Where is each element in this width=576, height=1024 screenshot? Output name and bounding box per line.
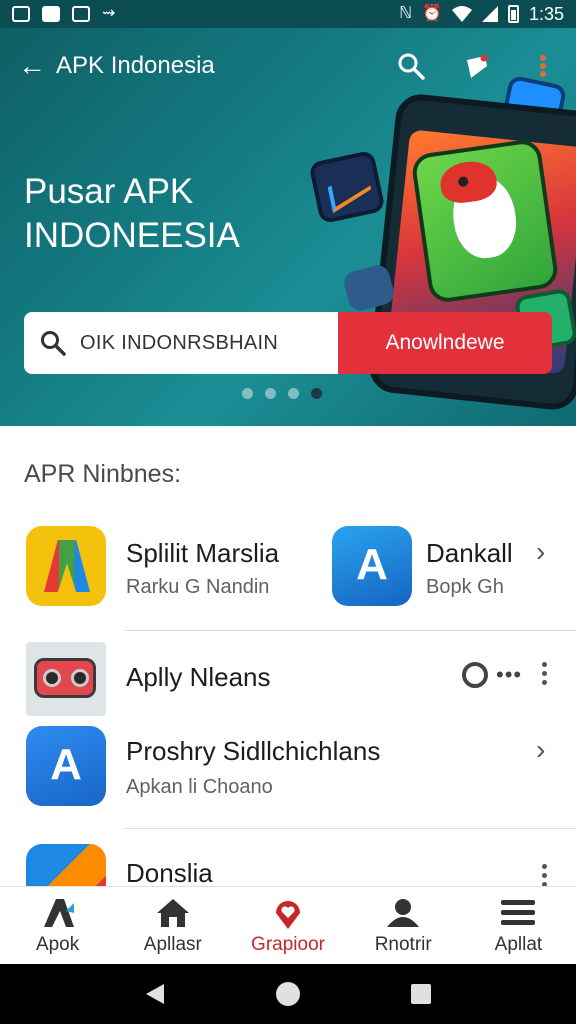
a-logo-icon	[40, 896, 76, 930]
person-icon	[385, 896, 421, 930]
back-triangle-icon[interactable]	[144, 982, 166, 1006]
app-subtitle: Apkan li Choano	[126, 776, 273, 798]
carousel-dot[interactable]	[265, 388, 276, 399]
chat-bubble-icon[interactable]	[462, 662, 488, 688]
hero-banner: ← APK Indonesia Pusar APK INDONEESIA OIK…	[0, 28, 576, 426]
more-vert-icon[interactable]	[528, 51, 558, 81]
banner-search: OIK INDONRSBHAIN Anowlndewe	[24, 312, 552, 374]
app-bar-actions	[396, 51, 558, 81]
nav-item-rnotrir[interactable]: Rnotrir	[346, 887, 461, 964]
nav-item-apok[interactable]: Apok	[0, 887, 115, 964]
calendar-icon	[72, 6, 90, 22]
search-input-text: OIK INDONRSBHAIN	[80, 331, 279, 354]
cast-icon: ⇝	[102, 5, 116, 22]
search-input[interactable]: OIK INDONRSBHAIN	[24, 312, 338, 374]
nav-item-apllasr[interactable]: Apllasr	[115, 887, 230, 964]
carousel-dot[interactable]	[288, 388, 299, 399]
divider	[124, 630, 576, 631]
bottom-navigation: Apok Apllasr Grapioor Rnotrir Apllat	[0, 886, 576, 964]
bird-app-card	[410, 137, 560, 305]
app-subtitle: Rarku G Nandin	[126, 576, 270, 598]
bag-icon	[42, 6, 60, 22]
chevron-right-icon[interactable]: ›	[536, 734, 545, 766]
status-time: 1:35	[528, 3, 564, 24]
app-bar: ← APK Indonesia	[0, 28, 576, 104]
home-circle-icon[interactable]	[275, 981, 301, 1007]
alarm-icon: ⏰	[422, 5, 442, 22]
status-right-icons: ℕ ⏰ 1:35	[399, 4, 564, 25]
battery-icon	[507, 5, 519, 23]
nav-label: Rnotrir	[374, 933, 432, 955]
banner-title-line1: Pusar APK	[24, 172, 194, 211]
carousel-dot-active[interactable]	[311, 388, 322, 399]
divider	[124, 828, 576, 829]
wifi-icon	[451, 6, 472, 22]
search-icon[interactable]	[396, 51, 426, 81]
status-left-icons: ⇝	[12, 6, 115, 22]
banner-title: Pusar APK INDONEESIA	[24, 170, 324, 258]
signal-icon	[481, 6, 498, 22]
app-title[interactable]: Aplly Nleans	[126, 662, 271, 693]
carousel-indicator	[242, 388, 322, 399]
status-bar: ⇝ ℕ ⏰ 1:35	[0, 0, 576, 28]
download-button[interactable]: Anowlndewe	[338, 312, 552, 374]
section-title: APR Ninbnes:	[24, 460, 182, 488]
menu-icon	[501, 896, 536, 930]
carousel-dot[interactable]	[242, 388, 253, 399]
arrow-left-icon[interactable]: ←	[18, 52, 52, 80]
app-title: APK Indonesia	[56, 52, 215, 79]
app-title[interactable]: Splilit Marslia	[126, 538, 279, 569]
more-horiz-icon[interactable]: •••	[496, 662, 522, 688]
more-vert-icon[interactable]	[542, 662, 548, 685]
nfc-icon: ℕ	[399, 5, 413, 22]
banner-title-line2: INDONEESIA	[24, 216, 240, 255]
notification-tag-icon[interactable]	[462, 51, 492, 81]
nav-label: Grapioor	[251, 933, 325, 955]
app-title[interactable]: Dankall	[426, 538, 513, 569]
radio-icon[interactable]	[26, 642, 106, 716]
home-icon	[155, 896, 191, 930]
app-title[interactable]: Proshry Sidllchichlans	[126, 736, 380, 767]
recents-square-icon[interactable]	[410, 983, 432, 1005]
system-navigation-bar	[0, 964, 576, 1024]
nav-label: Apllasr	[143, 933, 202, 955]
colorful-a-icon[interactable]	[26, 844, 106, 886]
app-subtitle: Bopk Gh	[426, 576, 504, 598]
nav-item-grapioor[interactable]: Grapioor	[230, 887, 345, 964]
nav-label: Apok	[35, 933, 80, 955]
more-vert-icon[interactable]	[542, 864, 548, 886]
app-title[interactable]: Donslia	[126, 858, 213, 886]
blue-a-icon[interactable]: A	[26, 726, 106, 806]
nav-item-apllat[interactable]: Apllat	[461, 887, 576, 964]
multicolor-a-icon[interactable]	[26, 526, 106, 606]
app-list-section: APR Ninbnes: Splilit Marslia Rarku G Nan…	[0, 426, 576, 886]
blue-a-icon[interactable]: A	[332, 526, 412, 606]
heart-pin-icon	[271, 896, 305, 930]
nav-label: Apllat	[494, 933, 543, 955]
search-icon	[41, 331, 66, 356]
gallery-icon	[12, 6, 30, 22]
chevron-right-icon[interactable]: ›	[536, 536, 545, 568]
